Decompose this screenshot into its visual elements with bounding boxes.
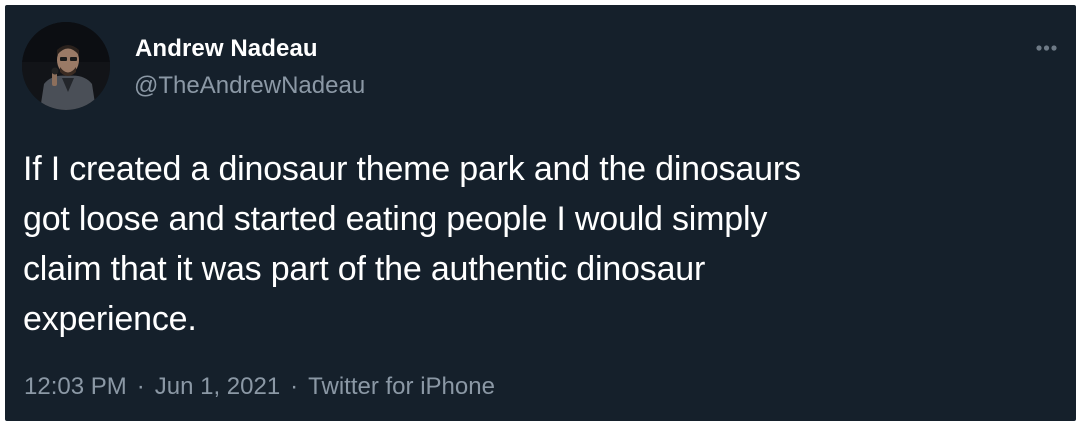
tweet-card: Andrew Nadeau @TheAndrewNadeau If I crea… (5, 5, 1076, 421)
tweet-text-line: If I created a dinosaur theme park and t… (23, 150, 801, 188)
tweet-text: If I created a dinosaur theme park and t… (23, 144, 1063, 344)
meta-separator: · (290, 373, 299, 400)
tweet-time[interactable]: 12:03 PM (24, 373, 127, 400)
tweet-text-line: experience. (23, 300, 197, 338)
tweet-text-line: got loose and started eating people I wo… (23, 200, 768, 238)
meta-separator: · (136, 373, 145, 400)
avatar-photo (22, 22, 110, 110)
tweet-date[interactable]: Jun 1, 2021 (155, 373, 280, 400)
display-name[interactable]: Andrew Nadeau (135, 35, 318, 63)
more-options-button[interactable] (1025, 33, 1065, 63)
tweet-source[interactable]: Twitter for iPhone (308, 373, 495, 400)
username-handle[interactable]: @TheAndrewNadeau (134, 72, 365, 100)
tweet-text-line: claim that it was part of the authentic … (23, 250, 706, 288)
tweet-metadata: 12:03 PM · Jun 1, 2021 · Twitter for iPhone (24, 373, 495, 401)
more-horizontal-icon (1036, 45, 1057, 51)
avatar[interactable] (22, 22, 110, 110)
